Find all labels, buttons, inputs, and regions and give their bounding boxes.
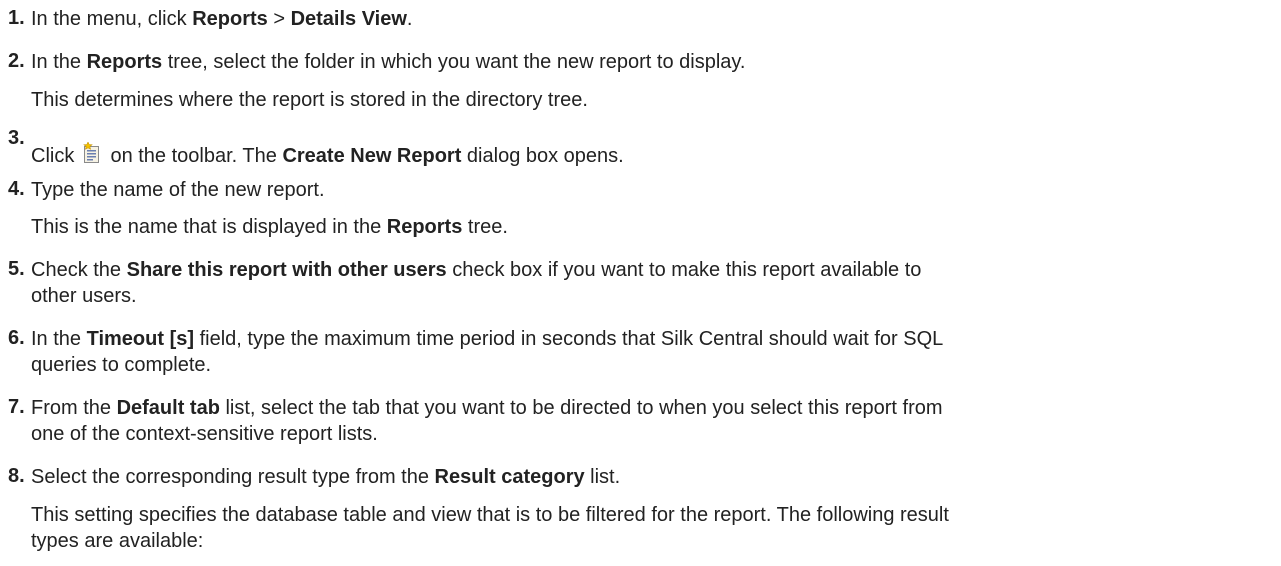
step-number: 8. (8, 465, 25, 487)
step-4-text: Type the name of the new report. (31, 179, 325, 201)
step-1-text: In the menu, click Reports > Details Vie… (31, 8, 413, 30)
step-3-text: Click on the toolbar. The Create New Rep… (31, 141, 624, 168)
procedure-document: 1. In the menu, click Reports > Details … (0, 0, 1281, 566)
timeout-field-label: Timeout [s] (86, 328, 195, 350)
step-number: 5. (8, 258, 25, 280)
step-7-text-cont: one of the context-sensitive report list… (31, 423, 378, 445)
step-number: 3. (8, 127, 25, 149)
step-8-note: This setting specifies the database tabl… (31, 504, 949, 526)
step-8-note-cont: types are available: (31, 530, 204, 552)
step-number: 2. (8, 50, 25, 72)
step-5-text-cont: other users. (31, 285, 137, 307)
step-number: 6. (8, 327, 25, 349)
menu-details-view: Details View (290, 8, 407, 30)
step-number: 1. (8, 7, 25, 29)
new-report-icon (83, 141, 101, 164)
dialog-create-new-report: Create New Report (282, 145, 462, 167)
step-5-text: Check the Share this report with other u… (31, 259, 922, 281)
step-7-text: From the Default tab list, select the ta… (31, 397, 943, 419)
step-2-note: This determines where the report is stor… (31, 89, 588, 111)
step-6-text: In the Timeout [s] field, type the maxim… (31, 328, 944, 350)
step-8-text: Select the corresponding result type fro… (31, 466, 621, 488)
step-number: 7. (8, 396, 25, 418)
menu-reports: Reports (192, 8, 268, 30)
step-6-text-cont: queries to complete. (31, 354, 212, 376)
share-report-checkbox-label: Share this report with other users (126, 259, 447, 281)
default-tab-label: Default tab (116, 397, 220, 419)
step-4-note: This is the name that is displayed in th… (31, 216, 508, 238)
step-2-text: In the Reports tree, select the folder i… (31, 51, 746, 73)
step-number: 4. (8, 178, 25, 200)
result-category-label: Result category (434, 466, 585, 488)
